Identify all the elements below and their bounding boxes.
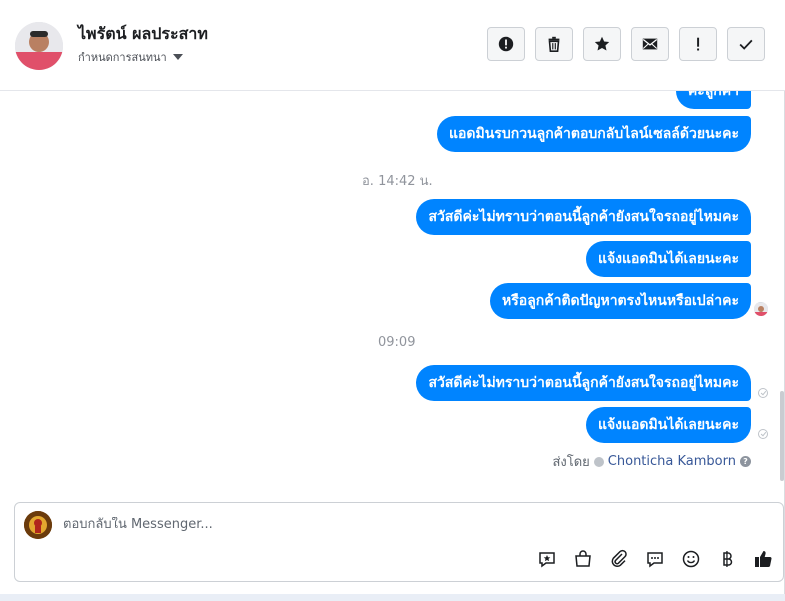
bottom-strip	[0, 594, 785, 601]
contact-name[interactable]: ไพรัตน์ ผลประสาท	[78, 22, 208, 47]
conversation-header: ไพรัตน์ ผลประสาท กำหนดการสนทนา	[0, 0, 785, 91]
sent-by-agent[interactable]: Chonticha Kamborn	[608, 454, 736, 469]
attach-button[interactable]	[607, 547, 631, 571]
contact-avatar[interactable]	[15, 22, 63, 70]
reply-input[interactable]	[63, 517, 663, 532]
mark-unread-button[interactable]	[631, 27, 669, 61]
conversation-status-dropdown[interactable]: กำหนดการสนทนา	[78, 48, 183, 66]
sent-by-label: ส่งโดย	[552, 455, 590, 470]
timestamp: 09:09	[378, 335, 416, 350]
timestamp: อ. 14:42 น.	[362, 174, 433, 189]
exclamation-icon	[697, 37, 700, 51]
follow-up-button[interactable]	[679, 27, 717, 61]
shopping-bag-icon	[575, 550, 591, 567]
message-thread[interactable]: ค่ะลูกค้า แอดมินรบกวนลูกค้าตอบกลับไลน์เซ…	[0, 91, 785, 495]
baht-icon	[723, 551, 733, 567]
help-icon[interactable]: ?	[740, 456, 751, 467]
like-button[interactable]	[751, 547, 775, 571]
speech-bubble-icon	[647, 552, 663, 568]
delivered-check-icon	[758, 429, 768, 439]
message-bubble[interactable]: หรือลูกค้าติดปัญหาตรงไหนหรือเปล่าคะ	[490, 283, 751, 319]
envelope-icon	[642, 38, 658, 50]
message-template-button[interactable]	[643, 547, 667, 571]
seen-avatar-icon	[754, 302, 768, 316]
alert-circle-icon	[498, 36, 514, 52]
mark-done-button[interactable]	[727, 27, 765, 61]
message-bubble[interactable]: แจ้งแอดมินได้เลยนะคะ	[585, 241, 751, 277]
paperclip-icon	[611, 549, 627, 568]
verified-dot-icon	[593, 456, 604, 467]
sent-by-line: ส่งโดย Chonticha Kamborn ?	[552, 451, 751, 472]
star-button[interactable]	[583, 27, 621, 61]
message-bubble[interactable]: สวัสดีค่ะไม่ทราบว่าตอนนี้ลูกค้ายังสนใจรถ…	[416, 365, 751, 401]
message-bubble[interactable]: ค่ะลูกค้า	[675, 91, 751, 109]
emoji-button[interactable]	[679, 547, 703, 571]
page-avatar	[24, 511, 52, 539]
caret-down-icon	[172, 54, 183, 60]
shop-button[interactable]	[571, 547, 595, 571]
message-bubble[interactable]: สวัสดีค่ะไม่ทราบว่าตอนนี้ลูกค้ายังสนใจรถ…	[416, 199, 751, 235]
delivered-check-icon	[758, 388, 768, 398]
trash-icon	[548, 36, 560, 53]
message-bubble[interactable]: แอดมินรบกวนลูกค้าตอบกลับไลน์เซลล์ด้วยนะค…	[436, 116, 751, 152]
conversation-status-label: กำหนดการสนทนา	[78, 51, 167, 64]
payment-button[interactable]	[715, 547, 739, 571]
reply-composer	[14, 502, 784, 582]
delete-button[interactable]	[535, 27, 573, 61]
mark-spam-button[interactable]	[487, 27, 525, 61]
saved-reply-icon	[539, 552, 555, 568]
thread-scrollbar[interactable]	[780, 391, 784, 481]
saved-reply-button[interactable]	[535, 547, 559, 571]
checkmark-icon	[739, 39, 753, 50]
star-icon	[594, 36, 610, 51]
message-bubble[interactable]: แจ้งแอดมินได้เลยนะคะ	[585, 407, 751, 443]
smiley-icon	[682, 550, 700, 568]
thumbs-up-icon	[755, 551, 772, 568]
